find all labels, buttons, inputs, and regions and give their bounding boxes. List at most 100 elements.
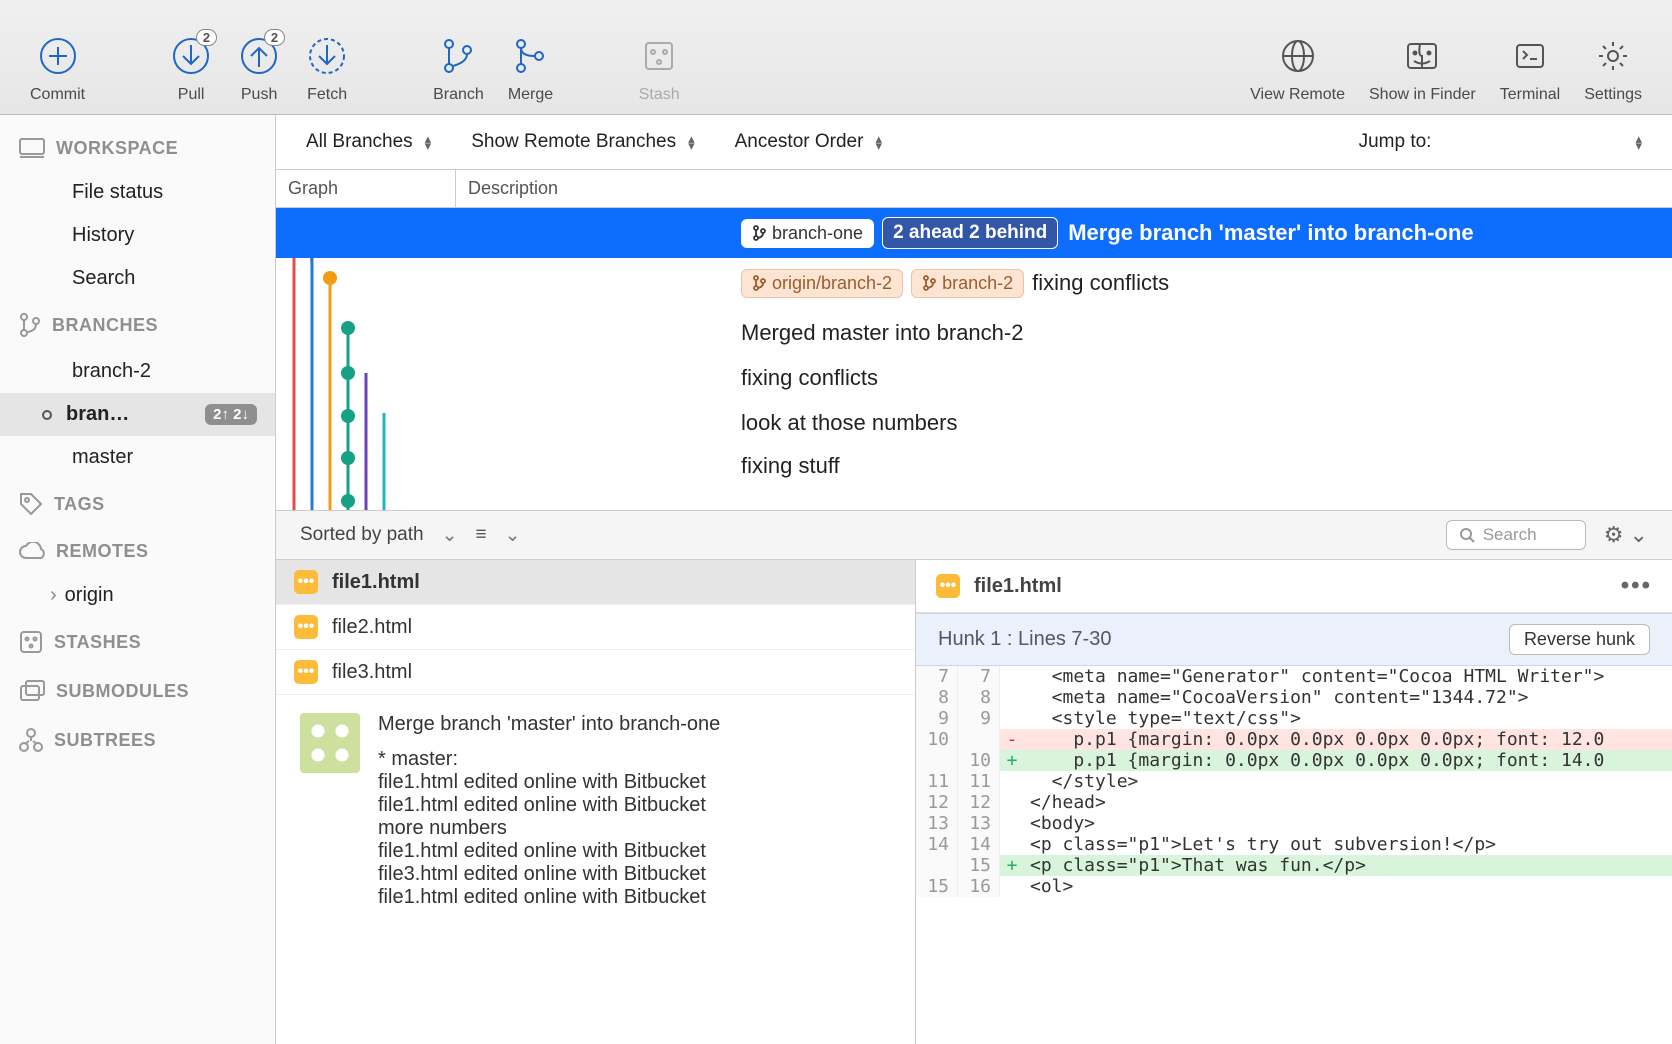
branch-name: bran… [66,403,129,426]
col-description-header[interactable]: Description [456,170,1672,207]
diff-line[interactable]: 10+ p.p1 {margin: 0.0px 0.0px 0.0px 0.0p… [916,750,1672,771]
pull-label: Pull [178,86,205,104]
tags-header[interactable]: TAGS [0,479,275,529]
commit-list[interactable]: branch-one 2 ahead 2 behind Merge branch… [276,208,1672,510]
view-mode-icon[interactable]: ≡ [476,524,487,546]
submodules-header[interactable]: SUBMODULES [0,667,275,715]
view-remote-button[interactable]: View Remote [1238,34,1357,104]
sidebar-branch-item[interactable]: branch-2 [0,350,275,393]
history-columns: Graph Description [276,170,1672,208]
commit-row[interactable]: Merged master into branch-2 [276,308,1672,358]
file-modified-icon: ••• [936,574,960,598]
more-options-icon[interactable]: ••• [1621,572,1652,600]
sidebar-history[interactable]: History [0,214,275,257]
fetch-icon [305,34,349,78]
subtrees-header[interactable]: SUBTREES [0,715,275,765]
commit-message: fixing stuff [741,453,840,478]
workspace-label: WORKSPACE [56,138,178,159]
diff-line[interactable]: 10- p.p1 {margin: 0.0px 0.0px 0.0px 0.0p… [916,729,1672,750]
diff-line[interactable]: 99 <style type="text/css"> [916,708,1672,729]
file-row[interactable]: ••• file3.html [276,650,915,695]
diff-line[interactable]: 1111 </style> [916,771,1672,792]
diff-line[interactable]: 15+<p class="p1">That was fun.</p> [916,855,1672,876]
updown-icon: ▴▾ [1635,135,1642,149]
diff-line[interactable]: 1516<ol> [916,876,1672,897]
file-modified-icon: ••• [294,570,318,594]
search-icon [1459,527,1475,543]
cloud-icon [18,542,46,562]
all-branches-label: All Branches [306,131,413,153]
diff-line[interactable]: 88 <meta name="CocoaVersion" content="13… [916,687,1672,708]
gear-dropdown-icon[interactable]: ⚙︎ ⌄ [1604,522,1648,548]
commit-row[interactable]: fixing stuff [276,441,1672,491]
col-graph-header[interactable]: Graph [276,170,456,207]
sidebar-remote-origin[interactable]: › origin [0,574,275,617]
show-remote-select[interactable]: Show Remote Branches▴▾ [471,131,694,153]
all-branches-select[interactable]: All Branches▴▾ [306,131,431,153]
merge-label: Merge [508,86,553,104]
sidebar-file-status[interactable]: File status [0,171,275,214]
file-modified-icon: ••• [294,660,318,684]
chevron-right-icon: › [50,584,57,607]
commit-row[interactable]: origin/branch-2 branch-2 fixing conflict… [276,258,1672,308]
bottom-panes: •••file1.html ••• file2.html ••• file3.htm… [276,560,1672,1044]
sidebar-branch-item-selected[interactable]: bran… 2↑ 2↓ [0,393,275,436]
file-name: file3.html [332,661,412,684]
diff-line[interactable]: 1313<body> [916,813,1672,834]
diff-line[interactable]: 77 <meta name="Generator" content="Cocoa… [916,666,1672,687]
remotes-header[interactable]: REMOTES [0,529,275,574]
settings-button[interactable]: Settings [1572,34,1654,104]
fetch-button[interactable]: Fetch [293,34,361,104]
sort-dropdown[interactable]: Sorted by path [300,524,424,546]
show-remote-label: Show Remote Branches [471,131,676,153]
globe-icon [1276,34,1320,78]
commit-message: fixing conflicts [1032,270,1169,296]
hunk-label: Hunk 1 : Lines 7-30 [938,628,1111,651]
diff-line[interactable]: 1414<p class="p1">Let's try out subversi… [916,834,1672,855]
push-button[interactable]: 2 Push [225,34,293,104]
commit-message: Merged master into branch-2 [741,320,1023,345]
branch-tag-icon [752,275,766,291]
file-row[interactable]: ••• file2.html [276,605,915,650]
terminal-button[interactable]: Terminal [1488,34,1572,104]
ancestor-label: Ancestor Order [735,131,864,153]
reverse-hunk-button[interactable]: Reverse hunk [1509,624,1650,655]
detail-bar: Sorted by path⌄ ≡⌄ Search ⚙︎ ⌄ [276,510,1672,560]
branches-label: BRANCHES [52,315,158,336]
remotes-label: REMOTES [56,541,149,562]
submodules-label: SUBMODULES [56,681,189,702]
branch-tag: origin/branch-2 [741,269,903,298]
commit-button[interactable]: Commit [18,34,97,104]
show-in-finder-button[interactable]: Show in Finder [1357,34,1488,104]
branch-icon [436,34,480,78]
sidebar-search[interactable]: Search [0,257,275,300]
search-input[interactable]: Search [1446,520,1586,550]
sidebar-branch-item[interactable]: master [0,436,275,479]
file-row-selected[interactable]: •••file1.html [276,560,915,605]
commit-row-selected[interactable]: branch-one 2 ahead 2 behind Merge branch… [276,208,1672,258]
diff-line[interactable]: 1212</head> [916,792,1672,813]
stashes-header[interactable]: STASHES [0,617,275,667]
diff-lines[interactable]: 77 <meta name="Generator" content="Cocoa… [916,666,1672,897]
branch-button[interactable]: Branch [421,34,496,104]
branch-label: Branch [433,86,484,104]
commit-info-title: Merge branch 'master' into branch-one [378,713,720,736]
workspace-header[interactable]: WORKSPACE [0,125,275,171]
jump-to-select[interactable]: Jump to:▴▾ [1359,131,1642,153]
stashes-icon [18,629,44,655]
plus-circle-icon [36,34,80,78]
file-name: file2.html [332,616,412,639]
view-remote-label: View Remote [1250,86,1345,104]
branches-header[interactable]: BRANCHES [0,300,275,350]
pull-badge: 2 [196,29,217,46]
commit-row[interactable]: fixing conflicts [276,353,1672,403]
file-modified-icon: ••• [294,615,318,639]
tag-label: origin/branch-2 [772,273,892,294]
stash-button[interactable]: Stash [625,34,693,104]
pull-button[interactable]: 2 Pull [157,34,225,104]
tag-label: branch-2 [942,273,1013,294]
commit-message: Merge branch 'master' into branch-one [1068,220,1473,246]
fetch-label: Fetch [307,86,347,104]
ancestor-order-select[interactable]: Ancestor Order▴▾ [735,131,882,153]
merge-button[interactable]: Merge [496,34,565,104]
